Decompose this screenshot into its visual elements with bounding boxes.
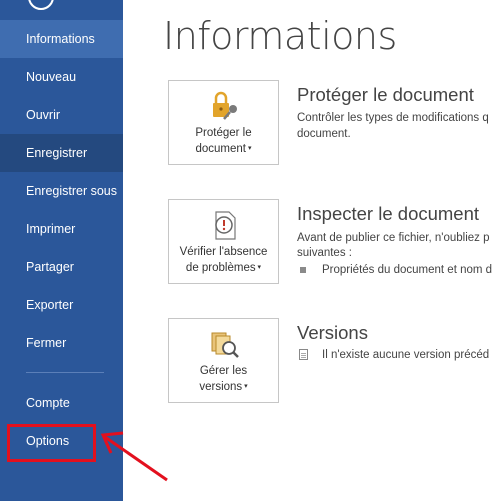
manage-versions-button[interactable]: Gérer les versions ▾ xyxy=(168,318,279,403)
dropdown-caret-icon: ▾ xyxy=(242,383,248,390)
protect-section-desc-1: Contrôler les types de modifications q xyxy=(297,112,489,124)
versions-section-title: Versions xyxy=(297,322,368,343)
versions-section-desc: Il n'existe aucune version précéd xyxy=(322,349,490,361)
check-issues-label-1: Vérifier l'absence xyxy=(179,246,268,258)
inspect-bullet-text: Propriétés du document et nom d xyxy=(322,264,493,276)
inspect-section-desc-2: suivantes : xyxy=(297,247,352,259)
bullet-icon xyxy=(300,267,306,273)
document-icon xyxy=(299,349,308,360)
sidebar-item-nouveau[interactable]: Nouveau xyxy=(0,58,123,96)
back-arrow-icon[interactable] xyxy=(28,0,54,10)
sidebar-item-enregistrer[interactable]: Enregistrer xyxy=(0,134,123,172)
check-issues-label-2: de problèmes xyxy=(185,262,256,275)
protect-document-button[interactable]: Protéger le document ▾ xyxy=(168,80,279,165)
sidebar-item-imprimer[interactable]: Imprimer xyxy=(0,210,123,248)
page-title: Informations xyxy=(163,14,397,58)
manage-versions-icon xyxy=(211,332,239,358)
sidebar-item-fermer[interactable]: Fermer xyxy=(0,324,123,362)
protect-button-label-2: document xyxy=(195,143,247,156)
protect-section-title: Protéger le document xyxy=(297,84,474,105)
dropdown-caret-icon: ▾ xyxy=(246,145,252,152)
sidebar-item-exporter[interactable]: Exporter xyxy=(0,286,123,324)
check-issues-button[interactable]: Vérifier l'absence de problèmes ▾ xyxy=(168,199,279,284)
sidebar-item-ouvrir[interactable]: Ouvrir xyxy=(0,96,123,134)
annotation-arrow-icon xyxy=(100,431,168,482)
sidebar-item-enregistrer-sous[interactable]: Enregistrer sous xyxy=(0,172,123,210)
manage-versions-label-2: versions xyxy=(199,381,243,394)
manage-versions-label-1: Gérer les xyxy=(199,365,248,377)
sidebar-item-compte[interactable]: Compte xyxy=(0,384,123,422)
sidebar-divider xyxy=(26,372,104,373)
inspect-section-title: Inspecter le document xyxy=(297,203,480,224)
inspect-document-icon xyxy=(215,211,236,240)
sidebar-item-partager[interactable]: Partager xyxy=(0,248,123,286)
dropdown-caret-icon: ▾ xyxy=(255,264,262,271)
protect-section-desc-2: document. xyxy=(297,128,351,140)
protect-button-label-1: Protéger le xyxy=(195,127,252,139)
lock-key-icon xyxy=(213,91,237,120)
sidebar-item-informations[interactable]: Informations xyxy=(0,20,123,58)
options-highlight-box xyxy=(7,424,96,462)
inspect-section-desc-1: Avant de publier ce fichier, n'oubliez p xyxy=(297,232,490,244)
